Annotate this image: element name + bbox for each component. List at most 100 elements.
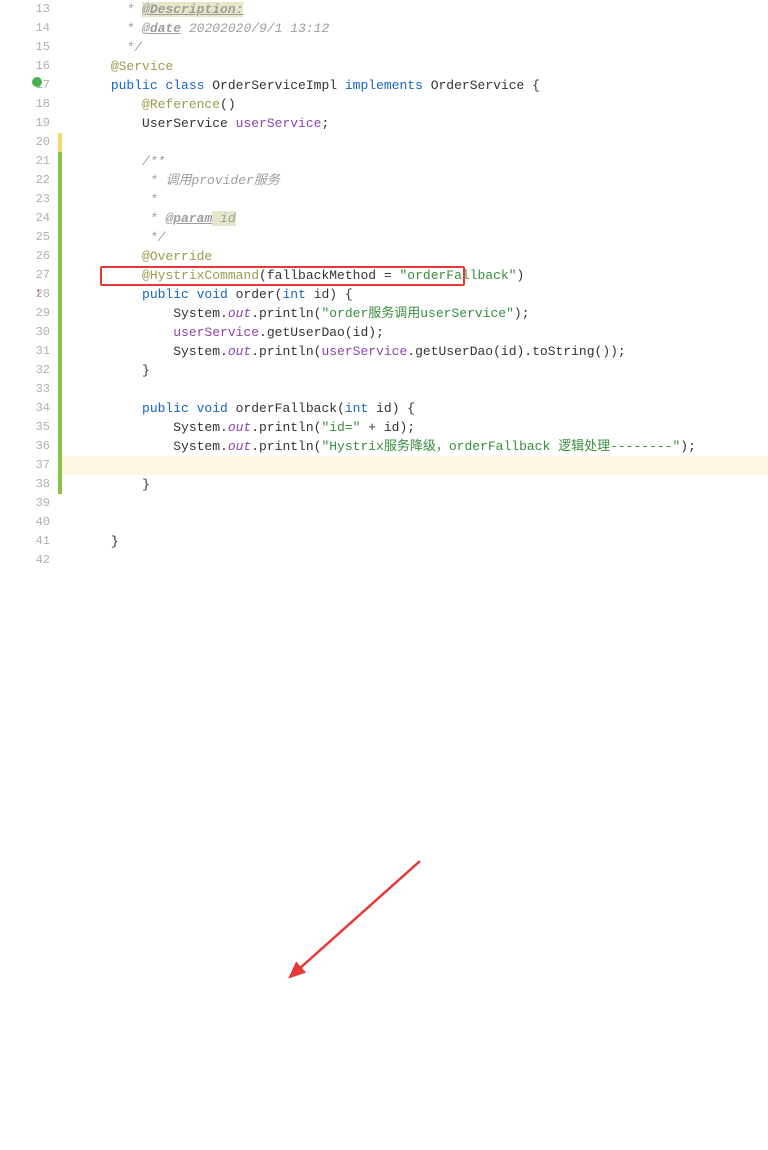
code-line[interactable]: System.out.println("id=" + id); (64, 418, 768, 437)
change-marker (58, 342, 62, 361)
token: @HystrixCommand (142, 268, 259, 283)
change-marker (58, 209, 62, 228)
code-line[interactable]: } (64, 532, 768, 551)
token: @Override (142, 249, 212, 264)
code-line[interactable]: * 调用provider服务 (64, 171, 768, 190)
code-line[interactable]: System.out.println(userService.getUserDa… (64, 342, 768, 361)
token (64, 439, 173, 454)
javadoc-tag: @param (165, 211, 212, 226)
token: id) { (376, 401, 415, 416)
change-marker (58, 247, 62, 266)
code-line[interactable] (64, 513, 768, 532)
change-marker (58, 361, 62, 380)
code-line[interactable]: */ (64, 38, 768, 57)
override-up-icon[interactable]: ↑ (28, 285, 42, 304)
code-line[interactable]: /** (64, 152, 768, 171)
implements-icon[interactable] (28, 76, 42, 95)
token (64, 268, 142, 283)
token: .println( (251, 344, 321, 359)
code-line[interactable]: @Service (64, 57, 768, 76)
token: + id); (360, 420, 415, 435)
token: "id=" (321, 420, 360, 435)
token (64, 344, 173, 359)
change-marker (58, 456, 62, 475)
line-number: 25 (26, 228, 50, 247)
token (64, 477, 142, 492)
change-marker (58, 190, 62, 209)
code-line[interactable] (64, 551, 768, 570)
token: */ (150, 230, 166, 245)
line-number: 24 (26, 209, 50, 228)
code-line[interactable]: * @date 20202020/9/1 13:12 (64, 19, 768, 38)
code-line[interactable]: userService.getUserDao(id); (64, 323, 768, 342)
code-line[interactable]: * @param id (64, 209, 768, 228)
code-line[interactable]: public void orderFallback(int id) { (64, 399, 768, 418)
code-line[interactable]: System.out.println("order服务调用userService… (64, 304, 768, 323)
line-number: 13 (26, 0, 50, 19)
token: .getUserDao(id).toString()); (407, 344, 625, 359)
token: { (532, 78, 540, 93)
token (64, 420, 173, 435)
gutter-line: 27 (0, 266, 50, 285)
gutter-line: 13 (0, 0, 50, 19)
gutter-line: 18 (0, 95, 50, 114)
code-line[interactable]: public void order(int id) { (64, 285, 768, 304)
token: out (228, 439, 251, 454)
token: int (345, 401, 376, 416)
code-line[interactable]: } (64, 475, 768, 494)
gutter-line: 28↑ (0, 285, 50, 304)
line-number: 40 (26, 513, 50, 532)
gutter-line: 33 (0, 380, 50, 399)
code-line[interactable]: UserService userService; (64, 114, 768, 133)
token: out (228, 306, 251, 321)
code-line[interactable]: @HystrixCommand(fallbackMethod = "orderF… (64, 266, 768, 285)
code-line[interactable]: public class OrderServiceImpl implements… (64, 76, 768, 95)
javadoc-tag: @Description: (142, 2, 243, 17)
line-number: 18 (26, 95, 50, 114)
line-number: 23 (26, 190, 50, 209)
change-marker (58, 323, 62, 342)
code-line[interactable]: * @Description: (64, 0, 768, 19)
token: ( (337, 401, 345, 416)
line-number: 41 (26, 532, 50, 551)
token: @Reference (142, 97, 220, 112)
line-number: 30 (26, 323, 50, 342)
change-marker (58, 285, 62, 304)
line-number: 26 (26, 247, 50, 266)
token: id) { (314, 287, 353, 302)
token: OrderService (431, 78, 532, 93)
code-line[interactable]: @Override (64, 247, 768, 266)
token: public (142, 401, 197, 416)
code-line[interactable]: @Reference() (64, 95, 768, 114)
gutter-line: 15 (0, 38, 50, 57)
token: void (197, 401, 236, 416)
annotation: @Service (111, 59, 173, 74)
gutter-line: 41 (0, 532, 50, 551)
token: "order服务调用userService" (321, 306, 513, 321)
code-line[interactable]: */ (64, 228, 768, 247)
code-area[interactable]: * @Description: * @date 20202020/9/1 13:… (58, 0, 768, 575)
token (64, 97, 142, 112)
token (64, 230, 150, 245)
gutter-line: 32 (0, 361, 50, 380)
code-line[interactable]: System.out.println("Hystrix服务降级，orderFal… (64, 437, 768, 456)
code-line[interactable] (64, 456, 768, 475)
line-number: 14 (26, 19, 50, 38)
change-marker (58, 475, 62, 494)
code-line[interactable] (64, 380, 768, 399)
gutter-line: 25 (0, 228, 50, 247)
code-editor[interactable]: 13141516171819202122232425262728↑2930313… (0, 0, 768, 575)
code-line[interactable]: * (64, 190, 768, 209)
gutter-line: 38 (0, 475, 50, 494)
line-number: 38 (26, 475, 50, 494)
token: * (126, 21, 142, 36)
code-line[interactable] (64, 133, 768, 152)
token (64, 40, 126, 55)
code-line[interactable]: } (64, 361, 768, 380)
gutter-line: 40 (0, 513, 50, 532)
gutter-line: 19 (0, 114, 50, 133)
change-marker (58, 380, 62, 399)
line-number: 37 (26, 456, 50, 475)
token: .println( (251, 439, 321, 454)
code-line[interactable] (64, 494, 768, 513)
